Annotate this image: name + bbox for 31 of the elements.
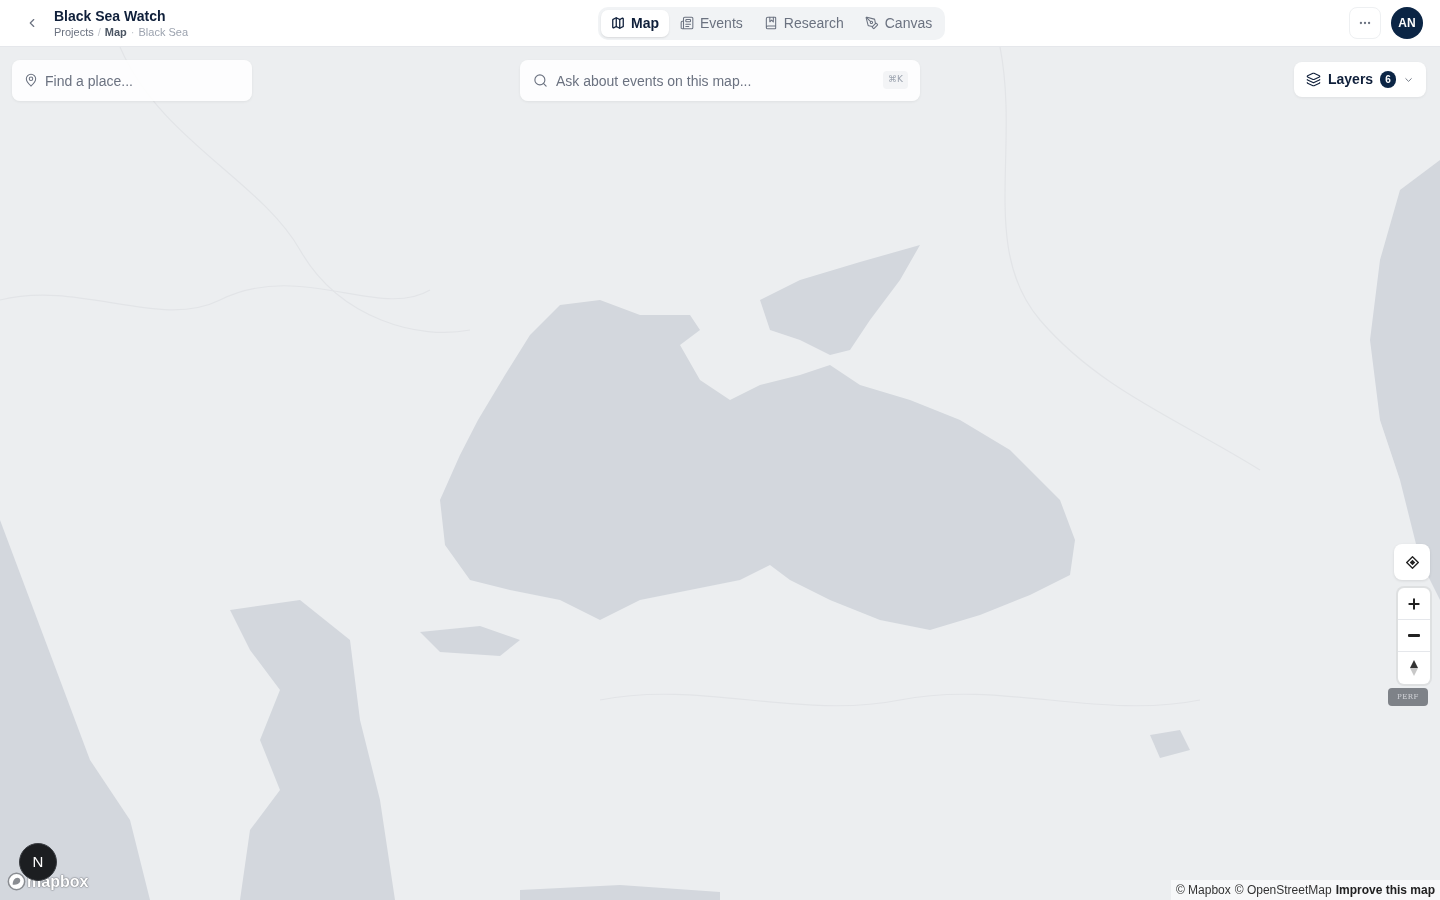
map-icon [611, 16, 625, 30]
attribution-link[interactable]: © Mapbox [1175, 881, 1231, 899]
view-tab[interactable]: Map [601, 9, 669, 37]
newspaper-icon [680, 16, 694, 30]
shortcut-hint: ⌘K [883, 71, 908, 89]
logo-icon [7, 872, 26, 891]
minus-icon [1408, 634, 1420, 637]
map-pin-icon [24, 73, 38, 87]
book-icon [763, 16, 778, 30]
attribution-link[interactable]: Improve this map [1335, 881, 1435, 899]
user-avatar[interactable]: AN [1391, 7, 1423, 39]
plus-icon [1406, 595, 1422, 612]
layers-icon [1306, 72, 1321, 87]
layers-button[interactable]: Layers 6 [1294, 62, 1426, 97]
compass-icon [1410, 660, 1418, 676]
breadcrumb-detail: Black Sea [138, 24, 188, 39]
breadcrumb-current[interactable]: Map [104, 24, 127, 39]
project-title: Black Sea Watch [54, 7, 167, 24]
view-tab[interactable]: Events [670, 9, 753, 37]
breadcrumb-separator: / [97, 24, 101, 39]
breadcrumb-separator: · [130, 24, 135, 39]
locate-button[interactable] [1394, 544, 1430, 580]
pen-nib-icon [864, 16, 879, 30]
attribution-link[interactable]: © OpenStreetMap [1234, 881, 1332, 899]
view-tab[interactable]: Research [753, 9, 854, 37]
place-search-field[interactable]: Find a place... [12, 60, 252, 101]
locate-icon [1405, 555, 1419, 569]
count-badge: 6 [1380, 71, 1396, 88]
breadcrumb-link[interactable]: Projects [54, 24, 94, 39]
search-icon [533, 73, 548, 88]
view-tab[interactable]: Canvas [854, 9, 943, 37]
